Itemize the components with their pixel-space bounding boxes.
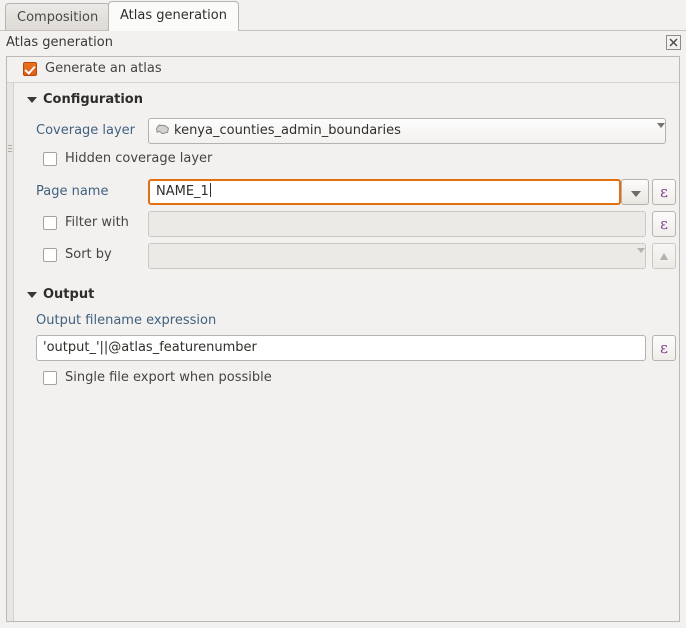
epsilon-icon: ε [660,215,668,233]
filter-with-expression-button[interactable]: ε [652,211,676,237]
atlas-generation-panel: Generate an atlas Configuration Coverage… [6,56,680,622]
output-filename-expression-value: 'output_'||@atlas_featurenumber [43,340,257,355]
single-file-export-checkbox[interactable] [43,371,57,385]
tab-atlas-generation-label: Atlas generation [120,8,227,23]
combo-arrows-icon [649,123,665,143]
page-name-value: NAME_1 [156,184,209,199]
section-output-label: Output [43,287,95,302]
page-name-expression-button[interactable]: ε [652,179,676,205]
section-configuration-label: Configuration [43,92,143,107]
arrow-up-icon [660,253,668,260]
scrollbar-grip-icon [8,143,12,157]
page-name-dropdown-button[interactable] [621,179,649,205]
generate-atlas-checkbox[interactable] [23,62,37,76]
tab-composition[interactable]: Composition [5,3,111,30]
sort-direction-button[interactable] [652,243,676,269]
sort-by-combo [148,243,646,269]
single-file-export-label: Single file export when possible [65,370,272,385]
epsilon-icon: ε [660,183,668,201]
tab-atlas-generation[interactable]: Atlas generation [108,1,239,31]
atlas-scroll-area: Configuration Coverage layer kenya_count… [7,83,679,621]
generate-atlas-label: Generate an atlas [45,61,162,76]
close-icon[interactable] [666,35,681,50]
collapse-triangle-icon[interactable] [27,291,37,298]
sort-by-spin-arrows-icon [629,248,645,268]
epsilon-icon: ε [660,339,668,357]
output-filename-expression-label: Output filename expression [36,313,217,328]
text-caret [209,183,211,197]
hidden-coverage-layer-label: Hidden coverage layer [65,151,213,166]
page-name-input[interactable]: NAME_1 [148,179,621,205]
generate-atlas-row: Generate an atlas [7,57,679,83]
polygon-layer-icon [155,120,170,135]
vertical-scrollbar[interactable] [7,83,14,621]
collapse-triangle-icon[interactable] [27,96,37,103]
sort-by-checkbox[interactable] [43,248,57,262]
filter-with-checkbox[interactable] [43,216,57,230]
coverage-layer-combo[interactable]: kenya_counties_admin_boundaries [148,118,666,144]
output-filename-expression-input[interactable]: 'output_'||@atlas_featurenumber [36,335,646,361]
page-name-label: Page name [36,184,109,199]
filter-with-input [148,211,646,237]
section-output-header[interactable]: Output [27,287,94,302]
tab-bar: Composition Atlas generation [0,0,686,31]
coverage-layer-value: kenya_counties_admin_boundaries [174,123,401,138]
section-configuration-header[interactable]: Configuration [27,92,143,107]
panel-title-bar: Atlas generation [0,31,686,56]
coverage-layer-label: Coverage layer [36,123,136,138]
output-filename-expression-button[interactable]: ε [652,335,676,361]
tab-composition-label: Composition [17,10,99,25]
sort-by-label: Sort by [65,247,112,262]
chevron-down-icon [631,191,641,197]
hidden-coverage-layer-checkbox[interactable] [43,152,57,166]
filter-with-label: Filter with [65,215,129,230]
panel-title: Atlas generation [6,35,113,50]
